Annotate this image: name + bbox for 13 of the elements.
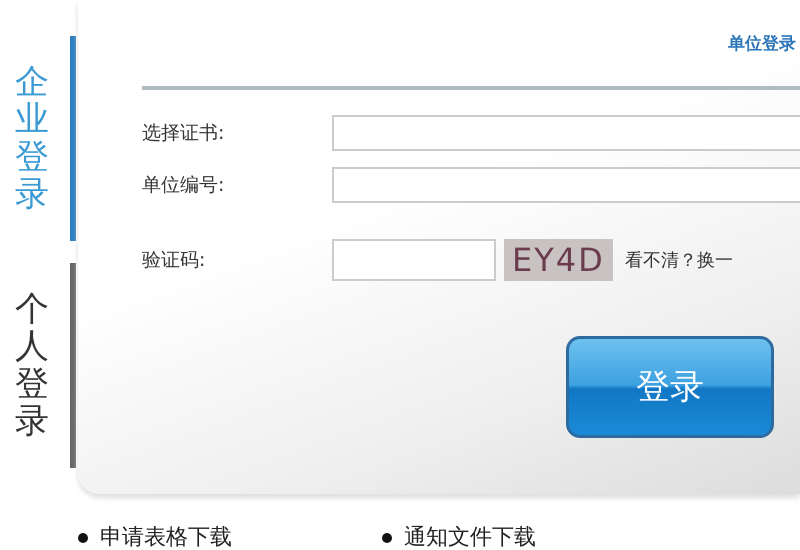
bullet-icon	[382, 532, 392, 543]
field-label: 选择证书:	[142, 121, 226, 146]
captcha-image: EY4D	[504, 239, 613, 281]
captcha-input-field[interactable]	[332, 239, 496, 281]
field-label: 单位编号:	[142, 173, 226, 198]
bullet-icon	[78, 532, 88, 543]
download-link[interactable]: 申请表格下载	[78, 526, 232, 550]
refresh-captcha-link[interactable]: 看不清？换一	[624, 248, 733, 272]
input-field[interactable]	[332, 115, 800, 151]
panel-title: 单位登录	[728, 32, 796, 54]
input-field[interactable]	[332, 167, 800, 203]
field-label: 验证码:	[142, 248, 206, 273]
download-link[interactable]: 通知文件下载	[382, 526, 536, 550]
